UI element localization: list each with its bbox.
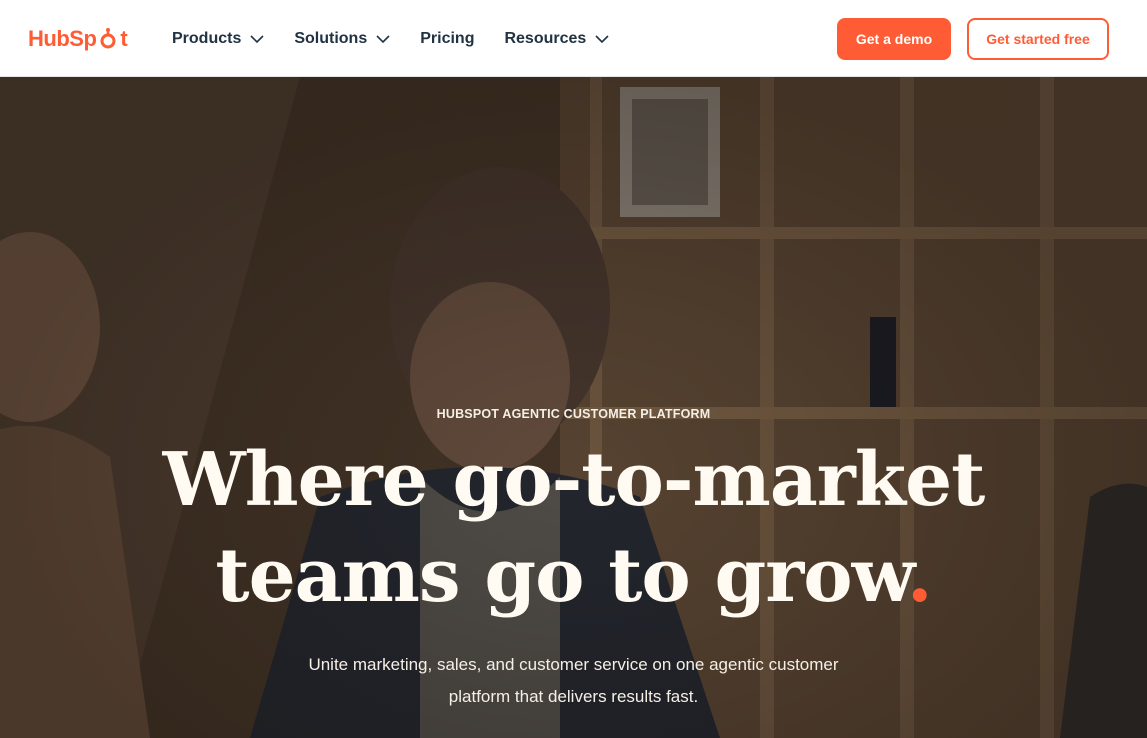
get-demo-button[interactable]: Get a demo [837,18,951,60]
nav-solutions-label: Solutions [294,30,368,47]
nav-resources-label: Resources [504,30,587,47]
get-started-free-button[interactable]: Get started free [967,18,1109,60]
logo-text-hub: Hub [28,26,70,51]
sprocket-icon [97,28,119,50]
hero-section: HUBSPOT AGENTIC CUSTOMER PLATFORM Where … [0,77,1147,738]
hero-subtext: Unite marketing, sales, and customer ser… [308,655,839,706]
headline-line-1: Where go-to-market [162,437,986,523]
nav-pricing-label: Pricing [420,30,475,47]
hero-eyebrow: HUBSPOT AGENTIC CUSTOMER PLATFORM [436,407,711,421]
nav-resources[interactable]: Resources [504,26,609,52]
nav-pricing[interactable]: Pricing [420,26,474,52]
nav-solutions[interactable]: Solutions [294,26,390,52]
logo-text-sp: Sp [69,26,97,51]
site-header: Hub Sp t Products Solutions Pricing Resou… [0,0,1147,77]
headline-dot: . [906,533,933,619]
hero-headline: Where go-to-market teams go to grow. [0,432,1147,624]
chevron-down-icon [250,35,264,44]
nav-products-label: Products [172,30,242,47]
headline-line-2: teams go to grow [215,533,907,619]
chevron-down-icon [376,35,390,44]
main-nav: Products Solutions Pricing Resources [172,26,639,52]
chevron-down-icon [595,35,609,44]
logo-text-t: t [120,26,128,51]
nav-products[interactable]: Products [172,26,264,52]
hubspot-logo[interactable]: Hub Sp t [28,24,128,54]
